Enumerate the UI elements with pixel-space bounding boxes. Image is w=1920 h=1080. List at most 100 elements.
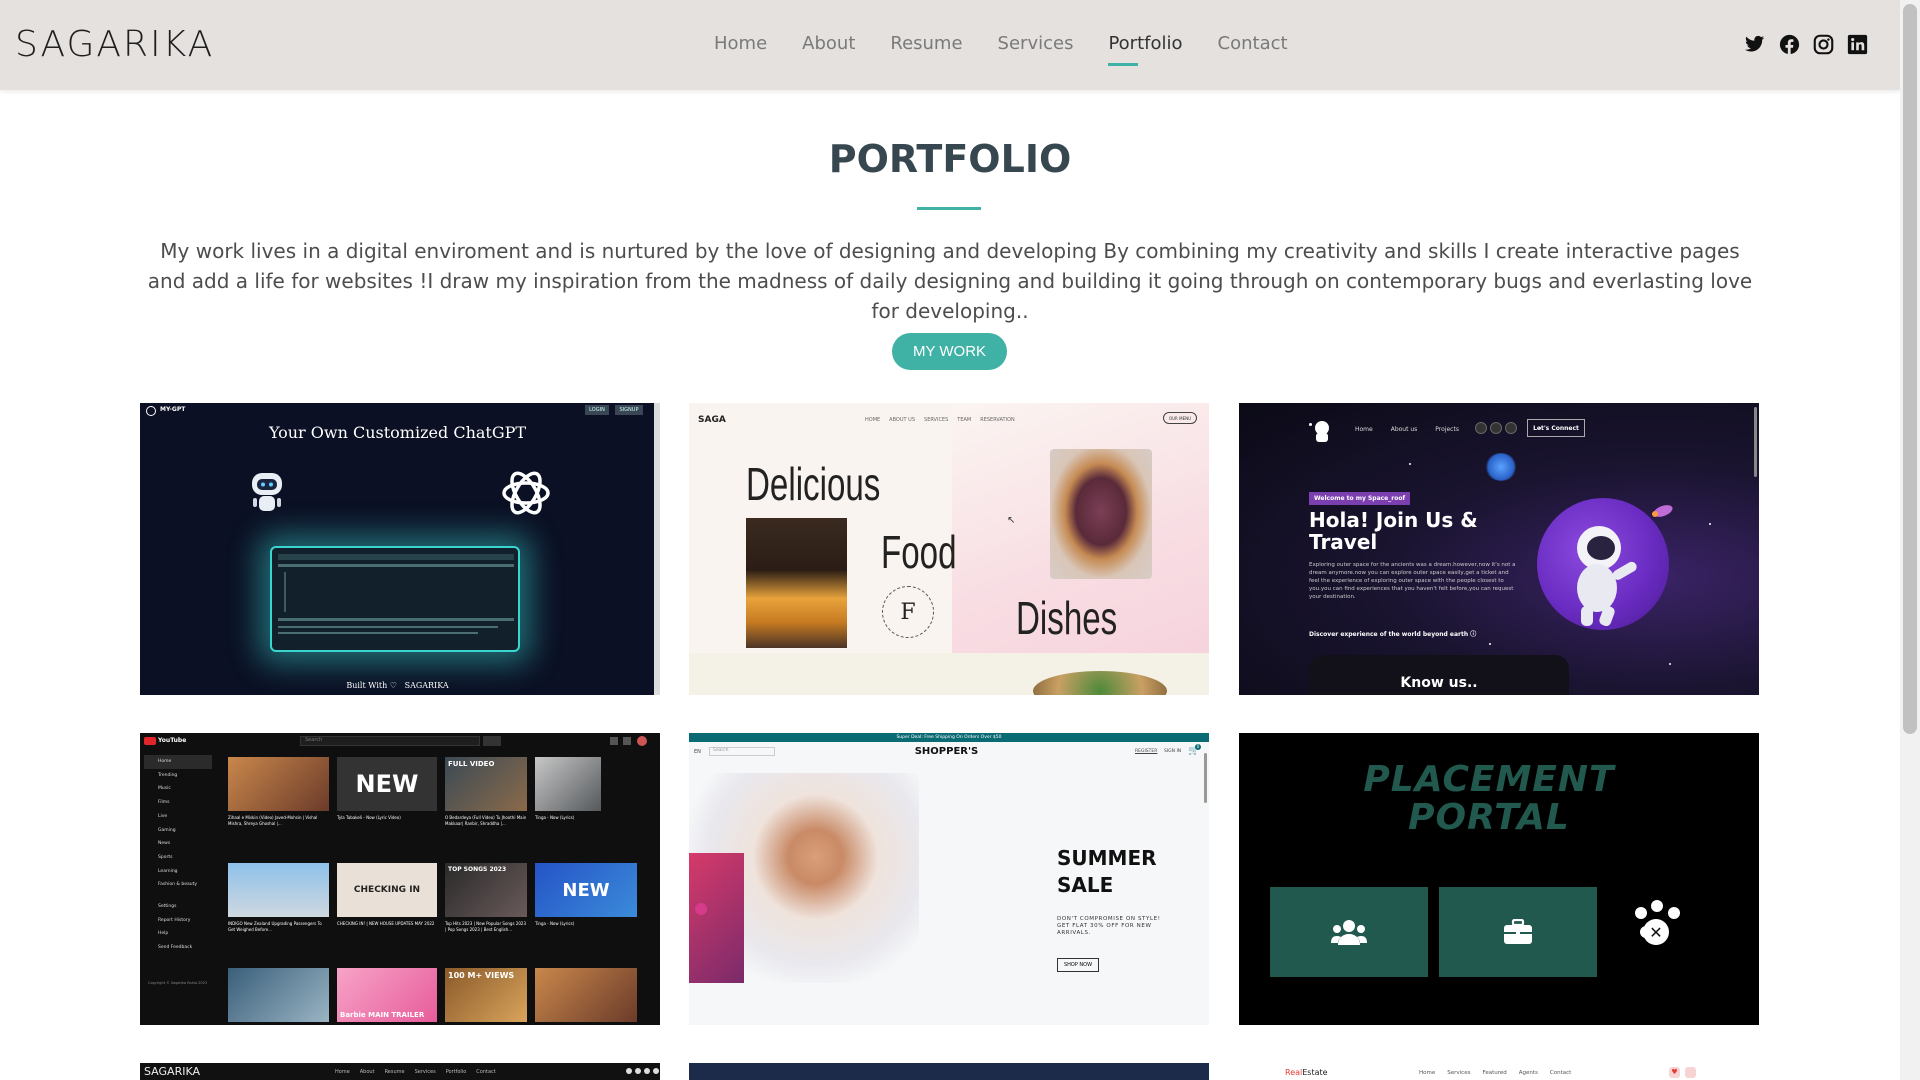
nav-resume[interactable]: Resume [890, 33, 962, 60]
astronaut-logo-icon [1315, 421, 1329, 442]
menu-bubble-icon[interactable] [1668, 907, 1680, 919]
nav-about[interactable]: About [802, 33, 855, 60]
video-thumbnail[interactable]: NEW [337, 757, 437, 811]
portfolio-card-portfolio-site[interactable]: SAGARIKA Home About Resume Services Portfoli… [140, 1063, 660, 1080]
linkedin-icon[interactable] [1846, 33, 1868, 55]
video-thumbnail[interactable] [228, 968, 329, 1022]
shop-signin-link[interactable]: SIGN IN [1164, 749, 1181, 754]
food-word-delicious: Delicious [746, 458, 881, 510]
placement-title: PLACEMENT PORTAL [1363, 759, 1615, 838]
facebook-icon[interactable] [1490, 422, 1502, 434]
menu-bubble-icon[interactable] [1651, 900, 1663, 912]
sale-headline: SUMMER SALE [1057, 846, 1157, 897]
video-title[interactable]: Tyla Tabakeli - Now (Lyric Video) [337, 815, 437, 821]
youtube-search-input[interactable]: Search [300, 736, 480, 746]
cart-count-badge: 0 [1195, 744, 1201, 750]
jobs-tile[interactable] [1439, 887, 1597, 977]
know-us-button[interactable]: Know us.. [1309, 655, 1569, 695]
instagram-icon[interactable] [1505, 422, 1517, 434]
video-thumbnail[interactable]: FULL VIDEO [445, 757, 527, 811]
social-links [1744, 33, 1868, 55]
video-title[interactable]: Zihaal e Miskin (Video) Javed-Mohsin | V… [228, 815, 328, 827]
video-title[interactable]: Tinga - Now (Lyrics) [535, 921, 635, 927]
video-thumbnail[interactable]: Barbie MAIN TRAILER [337, 968, 437, 1022]
video-title[interactable]: Tinga - Now (Lyrics) [535, 815, 601, 821]
burger-image [1050, 449, 1152, 579]
title-underline [917, 207, 981, 210]
card-scrollbar[interactable] [1754, 407, 1757, 477]
mini-site-social [626, 1068, 659, 1074]
space-body: Exploring outer space for the ancients w… [1309, 562, 1516, 600]
space-connect-button[interactable]: Let's Connect [1527, 419, 1585, 437]
portfolio-card-food[interactable]: SAGA HOME ABOUT US SERVICES TEAM RESERVATION… [689, 403, 1209, 695]
video-thumbnail[interactable] [535, 757, 601, 811]
realestate-nav: Home Services Featured Agents Contact [1419, 1070, 1572, 1076]
portfolio-card-realestate[interactable]: RealEstate Home Services Featured Agents Con… [1239, 1063, 1759, 1080]
menu-bubble-icon[interactable] [1640, 926, 1652, 938]
gpt-logo-icon [146, 406, 156, 416]
video-thumbnail[interactable]: 100 M+ VIEWS [445, 968, 527, 1022]
youtube-brand: YouTube [158, 737, 187, 744]
card-scrollbar[interactable] [1204, 753, 1207, 803]
menu-bubble-icon[interactable] [1635, 907, 1647, 919]
sale-subtext: DON'T COMPROMISE ON STYLE! GET FLAT 30% … [1057, 916, 1161, 936]
twitter-icon[interactable] [1744, 33, 1766, 55]
heart-icon[interactable]: ♥ [1669, 1067, 1680, 1078]
video-thumbnail[interactable]: CHECKING IN [337, 863, 437, 917]
instagram-icon[interactable] [1812, 33, 1834, 55]
space-headline: Hola! Join Us & Travel [1309, 508, 1478, 554]
bell-icon[interactable] [623, 737, 631, 745]
food-menu-button[interactable]: OUR MENU [1163, 412, 1197, 424]
youtube-logo-icon [144, 737, 156, 745]
page-scrollbar[interactable] [1900, 0, 1920, 1080]
video-thumbnail[interactable]: TOP SONGS 2023 [445, 863, 527, 917]
blue-planet [1485, 453, 1517, 481]
gpt-title: Your Own Customized ChatGPT [268, 423, 527, 442]
food-word-food: Food [881, 526, 957, 578]
site-logo[interactable]: SAGARIKA [15, 24, 214, 65]
mini-site-brand: SAGARIKA [144, 1065, 200, 1078]
video-thumbnail[interactable] [535, 968, 637, 1022]
robot-icon [252, 473, 282, 511]
gpt-brand: MY-GPT [160, 406, 186, 413]
openai-logo-icon [502, 471, 550, 515]
shop-banner: Super Deal: Free Shipping On Orders Over… [689, 733, 1209, 742]
video-thumbnail[interactable] [228, 863, 329, 917]
gpt-login-button[interactable]: LOGIN [585, 405, 609, 415]
search-icon[interactable] [483, 736, 501, 746]
portfolio-card-space[interactable]: Home About us Projects Let's Connect Welco… [1239, 403, 1759, 695]
nav-contact[interactable]: Contact [1218, 33, 1288, 60]
portfolio-card-dark-site[interactable] [689, 1063, 1209, 1080]
carousel-prev-button[interactable] [695, 903, 707, 915]
video-title[interactable]: Top Hits 2023 | New Popular Songs 2023 |… [445, 921, 527, 933]
food-badge: F [882, 586, 934, 638]
linkedin-icon[interactable] [1475, 422, 1487, 434]
shop-register-link[interactable]: REGISTER [1135, 749, 1157, 754]
video-thumbnail[interactable] [228, 757, 329, 811]
nav-portfolio[interactable]: Portfolio [1108, 33, 1183, 66]
scrollbar-thumb[interactable] [1903, 4, 1917, 734]
upload-icon[interactable] [610, 737, 618, 745]
shop-now-button[interactable]: SHOP NOW [1057, 958, 1099, 972]
my-work-button[interactable]: MY WORK [892, 333, 1007, 370]
avatar[interactable] [637, 736, 647, 746]
portfolio-card-youtube[interactable]: YouTube Search Home Trending Music Films… [140, 733, 660, 1025]
video-title[interactable]: CHECKING IN! | NEW HOUSE UPDATES MAY 202… [337, 921, 437, 927]
video-title[interactable]: INDIGO New Zealand Upgrading Passengers … [228, 921, 328, 933]
portfolio-card-chatgpt[interactable]: MY-GPT LOGIN SIGNUP Your Own Customized … [140, 403, 660, 695]
gpt-signup-button[interactable]: SIGNUP [615, 405, 643, 415]
space-social-icons [1475, 422, 1517, 434]
food-nav: HOME ABOUT US SERVICES TEAM RESERVATION [865, 417, 1015, 423]
students-tile[interactable] [1270, 887, 1428, 977]
portfolio-card-placement[interactable]: PLACEMENT PORTAL ✕ [1239, 733, 1759, 1025]
facebook-icon[interactable] [1778, 33, 1800, 55]
gpt-footer: Built With ♡ SAGARIKA [346, 681, 449, 690]
nav-services[interactable]: Services [998, 33, 1074, 60]
nav-home[interactable]: Home [714, 33, 767, 60]
video-thumbnail[interactable]: NEW [535, 863, 637, 917]
main-nav: Home About Resume Services Portfolio Con… [714, 33, 1288, 66]
card-scrollbar[interactable] [654, 403, 660, 695]
portfolio-card-shop[interactable]: Super Deal: Free Shipping On Orders Over… [689, 733, 1209, 1025]
user-icon[interactable] [1685, 1067, 1696, 1078]
video-title[interactable]: O Bedardeya (Full Video) Tu Jhoothi Main… [445, 815, 527, 827]
